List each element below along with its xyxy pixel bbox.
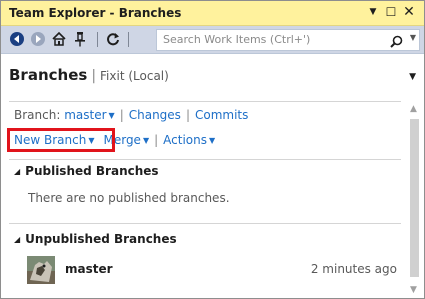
repository-name: Fixit (Local) bbox=[100, 69, 169, 83]
title-bar: Team Explorer - Branches ▼ ☐ ✕ bbox=[1, 1, 424, 26]
published-branches-header[interactable]: ◢ Published Branches bbox=[14, 164, 159, 178]
vertical-scrollbar[interactable]: ▲ ▼ bbox=[405, 101, 424, 298]
current-branch-name: master bbox=[64, 108, 107, 122]
branch-row-master[interactable]: master 2 minutes ago bbox=[27, 255, 397, 285]
changes-link[interactable]: Changes bbox=[129, 108, 181, 122]
published-empty-message: There are no published branches. bbox=[28, 191, 230, 205]
close-icon[interactable]: ✕ bbox=[401, 4, 417, 20]
toolbar-separator bbox=[97, 32, 98, 47]
scroll-up-icon[interactable]: ▲ bbox=[410, 104, 417, 114]
home-icon[interactable] bbox=[51, 31, 67, 47]
chevron-down-icon: ▼ bbox=[209, 136, 216, 145]
page-title-group: Branches | Fixit (Local) bbox=[9, 66, 169, 84]
nav-separator: | bbox=[185, 108, 190, 122]
current-branch-dropdown[interactable]: master ▼ bbox=[64, 108, 114, 122]
search-box[interactable]: Search Work Items (Ctrl+') ▼ bbox=[156, 29, 420, 51]
chevron-down-icon[interactable]: ▼ bbox=[365, 4, 381, 20]
title-separator: | bbox=[91, 68, 97, 84]
toolbar: Search Work Items (Ctrl+') ▼ bbox=[1, 26, 424, 54]
window-title: Team Explorer - Branches bbox=[9, 6, 182, 20]
collapse-triangle-icon: ◢ bbox=[14, 167, 21, 176]
maximize-icon[interactable]: ☐ bbox=[383, 4, 399, 20]
collapse-triangle-icon: ◢ bbox=[14, 235, 21, 244]
branches-content: Branch: master ▼ | Changes | Commits New Bran… bbox=[1, 101, 403, 298]
chevron-down-icon: ▼ bbox=[142, 136, 150, 145]
page-header: Branches | Fixit (Local) ▼ bbox=[1, 54, 424, 100]
header-dropdown-icon[interactable]: ▼ bbox=[409, 72, 416, 82]
published-branches-title: Published Branches bbox=[25, 164, 159, 178]
search-input[interactable]: Search Work Items (Ctrl+') bbox=[163, 33, 310, 46]
branch-name: master bbox=[65, 262, 113, 276]
scrollbar-thumb[interactable] bbox=[410, 119, 419, 277]
section-divider bbox=[9, 159, 401, 160]
actions-button[interactable]: Actions ▼ bbox=[163, 133, 215, 147]
back-icon[interactable] bbox=[9, 31, 25, 47]
unpublished-branches-title: Unpublished Branches bbox=[25, 232, 177, 246]
chevron-down-icon: ▼ bbox=[108, 111, 115, 120]
avatar bbox=[27, 256, 55, 284]
unpublished-branches-header[interactable]: ◢ Unpublished Branches bbox=[14, 232, 177, 246]
scroll-down-icon[interactable]: ▼ bbox=[410, 285, 417, 295]
forward-icon[interactable] bbox=[30, 31, 46, 47]
branch-nav-row: Branch: master ▼ | Changes | Commits bbox=[14, 108, 248, 122]
search-icon[interactable] bbox=[390, 33, 403, 52]
toolbar-separator bbox=[128, 32, 129, 47]
commits-link[interactable]: Commits bbox=[195, 108, 248, 122]
page-title: Branches bbox=[9, 66, 88, 84]
refresh-icon[interactable] bbox=[105, 31, 121, 47]
new-branch-highlight bbox=[7, 128, 115, 152]
pin-icon[interactable] bbox=[72, 31, 88, 47]
action-separator: | bbox=[154, 133, 159, 147]
branch-timestamp: 2 minutes ago bbox=[310, 262, 397, 276]
section-divider bbox=[9, 223, 401, 224]
search-dropdown-icon[interactable]: ▼ bbox=[410, 33, 416, 42]
branch-label: Branch: bbox=[14, 108, 61, 122]
team-explorer-window: Team Explorer - Branches ▼ ☐ ✕ Search Wo… bbox=[0, 0, 425, 299]
actions-label: Actions bbox=[163, 133, 207, 147]
nav-separator: | bbox=[119, 108, 124, 122]
